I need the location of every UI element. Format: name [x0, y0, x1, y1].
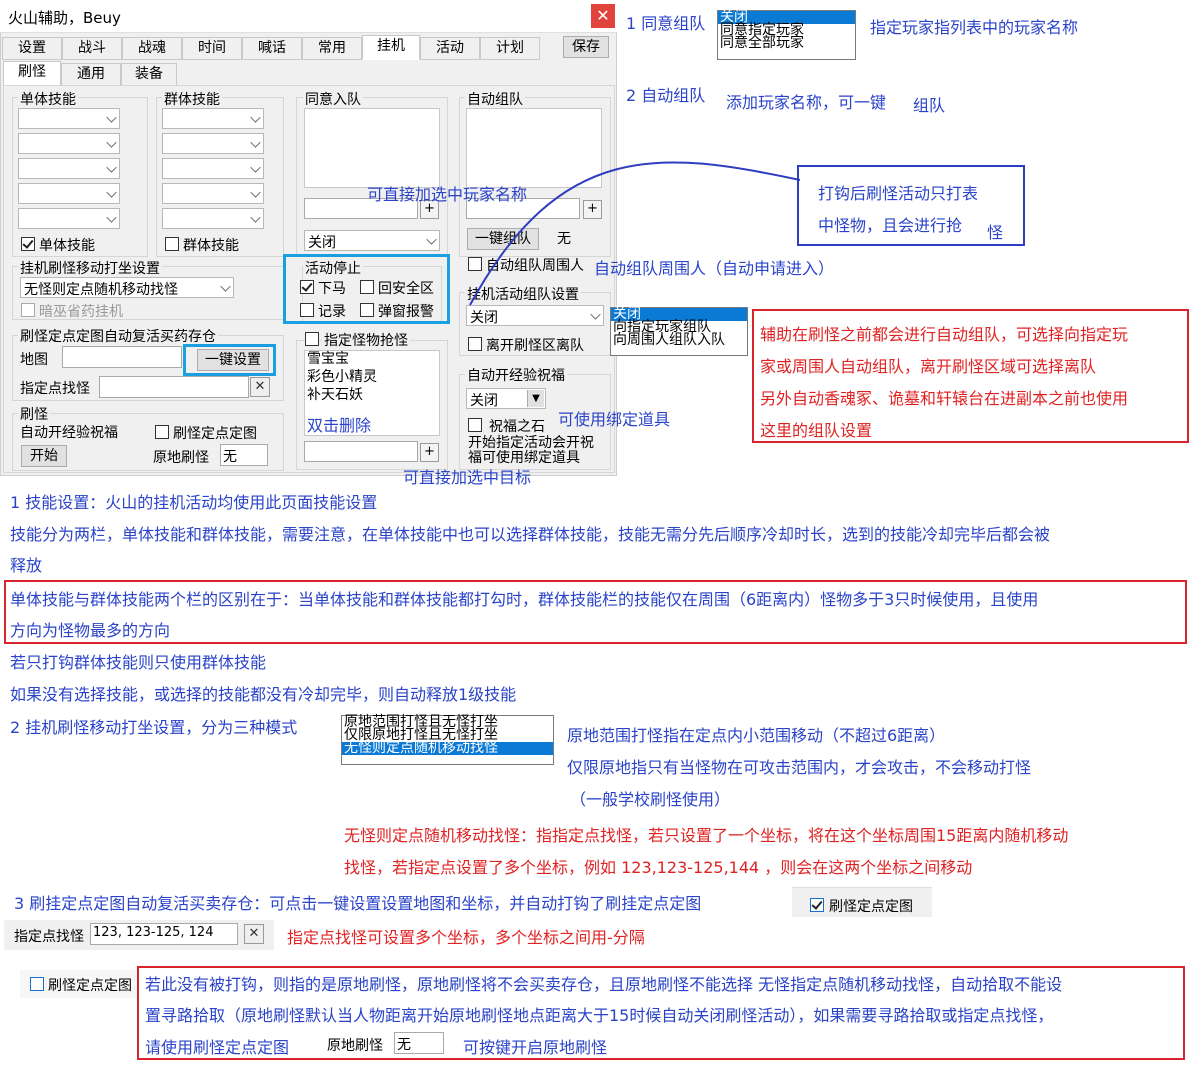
- skill-note-5: 如果没有选择技能，或选择的技能都没有冷却完毕，则自动释放1级技能: [10, 685, 517, 704]
- add-target-note: 可直接加选中目标: [403, 468, 532, 487]
- team-red-line-2: 家或周围人自动组队，离开刷怪区域可选择离队: [760, 357, 1097, 376]
- fixed-check-sample-checkbox: [810, 898, 824, 912]
- fixed-check-sample: 刷怪定点定图: [792, 887, 932, 917]
- bind-item-note: 可使用绑定道具: [558, 410, 671, 429]
- team-options-list: 关闭 向指定玩家组队 向周围人组队入队: [610, 307, 748, 356]
- skill-note-1: 1 技能设置：火山的挂机活动均使用此页面技能设置: [10, 493, 378, 512]
- local-note-2: 置寻路拾取（原地刷怪默认当人物距离开始原地刷怪地点距离大于15时候自动关闭刷怪活…: [145, 1006, 1054, 1025]
- local-note-1: 若此没有被打钩，则指的是原地刷怪，原地刷怪将不会买卖存仓，且原地刷怪不能选择 无…: [145, 975, 1063, 994]
- local-sample-value: 无: [397, 1037, 411, 1053]
- point-sample-clear: ✕: [244, 924, 264, 944]
- team-red-line-3: 另外自动香魂冢、诡墓和轩辕台在进副本之前也使用: [760, 389, 1129, 408]
- fixed-check-sample-label: 刷怪定点定图: [829, 899, 913, 915]
- fixed-uncheck-sample-checkbox: [30, 977, 44, 991]
- move-red-1: 无怪则定点随机移动找怪：指指定点找怪，若只设置了一个坐标，将在这个坐标周围15距…: [344, 826, 1069, 845]
- move-option-3: 无怪则定点随机移动找怪: [342, 741, 553, 755]
- point-sample-value: 123, 123-125, 124: [93, 925, 214, 940]
- move-options-list: 原地范围打怪且无怪打坐 仅限原地打怪且无怪打坐 无怪则定点随机移动找怪: [341, 715, 554, 765]
- local-sample-input: 无: [394, 1032, 444, 1054]
- move-desc-1: 原地范围打怪指在定点内小范围移动（不超过6距离）: [567, 726, 946, 745]
- move-desc-3: （一般学校刷怪使用）: [570, 790, 731, 809]
- team-option-3: 向周围人组队入队: [613, 332, 725, 348]
- kill-note-arrow: [469, 161, 801, 306]
- move-desc-2: 仅限原地指只有当怪物在可攻击范围内，才会攻击，不会移动打怪: [567, 758, 1032, 777]
- fixed-uncheck-sample: 刷怪定点定图: [20, 970, 138, 998]
- point-sample-label: 指定点找怪: [14, 929, 84, 945]
- team-red-line-4: 这里的组队设置: [760, 421, 873, 440]
- nearby-team-note: 自动组队周围人（自动申请进入）: [594, 259, 835, 278]
- team-red-line-1: 辅助在刷怪之前都会进行自动组队，可选择向指定玩: [760, 325, 1129, 344]
- point-sample: 指定点找怪 123, 123-125, 124 ✕: [4, 920, 274, 950]
- move-red-2: 找怪，若指定点设置了多个坐标，例如 123,123-125,144 ，则会在这两…: [344, 858, 973, 877]
- local-note-3: 请使用刷怪定点定图: [145, 1038, 290, 1057]
- skill-red-line-2: 方向为怪物最多的方向: [10, 621, 171, 640]
- local-key-note: 可按键开启原地刷怪: [463, 1038, 608, 1057]
- fixed-uncheck-sample-label: 刷怪定点定图: [48, 978, 132, 994]
- skill-note-3: 释放: [10, 556, 43, 575]
- fixed-point-note: 3 刷挂定点定图自动复活买卖存仓：可点击一键设置设置地图和坐标，并自动打钩了刷挂…: [14, 894, 702, 913]
- point-sample-input: 123, 123-125, 124: [90, 923, 238, 945]
- move-mode-note: 2 挂机刷怪移动打坐设置，分为三种模式: [10, 718, 298, 737]
- point-red-note: 指定点找怪可设置多个坐标，多个坐标之间用-分隔: [287, 928, 645, 947]
- skill-red-line-1: 单体技能与群体技能两个栏的区别在于：当单体技能和群体技能都打勾时，群体技能栏的技…: [10, 590, 1039, 609]
- local-sample-label: 原地刷怪: [327, 1038, 383, 1054]
- skill-note-4: 若只打钩群体技能则只使用群体技能: [10, 653, 267, 672]
- skill-note-2: 技能分为两栏，单体技能和群体技能，需要注意，在单体技能中也可以选择群体技能，技能…: [10, 525, 1051, 544]
